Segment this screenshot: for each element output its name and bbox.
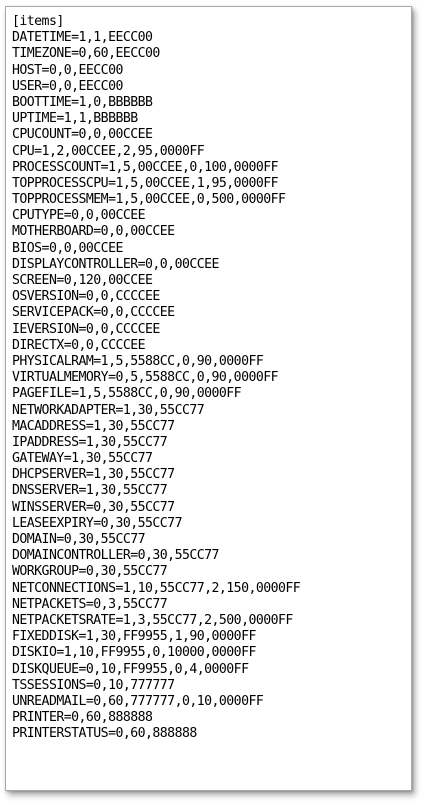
- config-line: DISPLAYCONTROLLER=0,0,00CCEE: [12, 256, 219, 272]
- config-line: PRINTERSTATUS=0,60,888888: [12, 726, 197, 742]
- config-line: PROCESSCOUNT=1,5,00CCEE,0,100,0000FF: [12, 159, 279, 175]
- config-line: DISKQUEUE=0,10,FF9955,0,4,0000FF: [12, 661, 249, 677]
- config-line: SERVICEPACK=0,0,CCCCEE: [12, 305, 175, 321]
- config-line: BOOTTIME=1,0,BBBBBB: [12, 94, 153, 110]
- config-line: DATETIME=1,1,EECC00: [12, 30, 153, 46]
- config-line: TSSESSIONS=0,10,777777: [12, 677, 175, 693]
- config-line: WINSSERVER=0,30,55CC77: [12, 499, 175, 515]
- config-line: OSVERSION=0,0,CCCCEE: [12, 289, 160, 305]
- config-line: MACADDRESS=1,30,55CC77: [12, 418, 175, 434]
- config-line: GATEWAY=1,30,55CC77: [12, 451, 153, 467]
- config-line: VIRTUALMEMORY=0,5,5588CC,0,90,0000FF: [12, 370, 279, 386]
- config-line: IEVERSION=0,0,CCCCEE: [12, 321, 160, 337]
- config-line: HOST=0,0,EECC00: [12, 62, 123, 78]
- config-line: PAGEFILE=1,5,5588CC,0,90,0000FF: [12, 386, 242, 402]
- config-line: TIMEZONE=0,60,EECC00: [12, 46, 160, 62]
- config-line: TOPPROCESSCPU=1,5,00CCEE,1,95,0000FF: [12, 175, 279, 191]
- config-line: FIXEDDISK=1,30,FF9955,1,90,0000FF: [12, 629, 256, 645]
- config-line: WORKGROUP=0,30,55CC77: [12, 564, 168, 580]
- config-line: SCREEN=0,120,00CCEE: [12, 273, 153, 288]
- config-line: NETWORKADAPTER=1,30,55CC77: [12, 402, 205, 418]
- config-line: LEASEEXPIRY=0,30,55CC77: [12, 515, 183, 531]
- config-line: NETPACKETSRATE=1,3,55CC77,2,500,0000FF: [12, 612, 293, 628]
- config-line: DOMAINCONTROLLER=0,30,55CC77: [12, 548, 219, 564]
- config-line: DHCPSERVER=1,30,55CC77: [12, 467, 175, 483]
- config-line: DNSSERVER=1,30,55CC77: [12, 483, 168, 499]
- config-line: PRINTER=0,60,888888: [12, 710, 153, 726]
- config-line: UNREADMAIL=0,60,777777,0,10,0000FF: [12, 693, 264, 709]
- section-header: [items]: [12, 14, 64, 29]
- config-line: CPUTYPE=0,0,00CCEE: [12, 208, 146, 224]
- config-line: CPUCOUNT=0,0,00CCEE: [12, 127, 153, 143]
- config-line: BIOS=0,0,00CCEE: [12, 240, 123, 256]
- config-line: CPU=1,2,00CCEE,2,95,0000FF: [12, 143, 205, 159]
- config-line: DOMAIN=0,30,55CC77: [12, 532, 146, 547]
- config-line: MOTHERBOARD=0,0,00CCEE: [12, 224, 175, 240]
- config-line: UPTIME=1,1,BBBBBB: [12, 111, 138, 127]
- config-line: PHYSICALRAM=1,5,5588CC,0,90,0000FF: [12, 353, 264, 369]
- config-line: DISKIO=1,10,FF9955,0,10000,0000FF: [12, 645, 256, 661]
- config-line: IPADDRESS=1,30,55CC77: [12, 434, 168, 450]
- config-line: NETCONNECTIONS=1,10,55CC77,2,150,0000FF: [12, 580, 301, 596]
- config-line: NETPACKETS=0,3,55CC77: [12, 596, 168, 612]
- config-listing: [items] DATETIME=1,1,EECC00 TIMEZONE=0,60,…: [12, 14, 301, 742]
- config-line: DIRECTX=0,0,CCCCEE: [12, 337, 146, 353]
- config-line: TOPPROCESSMEM=1,5,00CCEE,0,500,0000FF: [12, 192, 286, 208]
- config-line: USER=0,0,EECC00: [12, 78, 123, 94]
- document-sheet: [items] DATETIME=1,1,EECC00 TIMEZONE=0,60,…: [5, 6, 412, 791]
